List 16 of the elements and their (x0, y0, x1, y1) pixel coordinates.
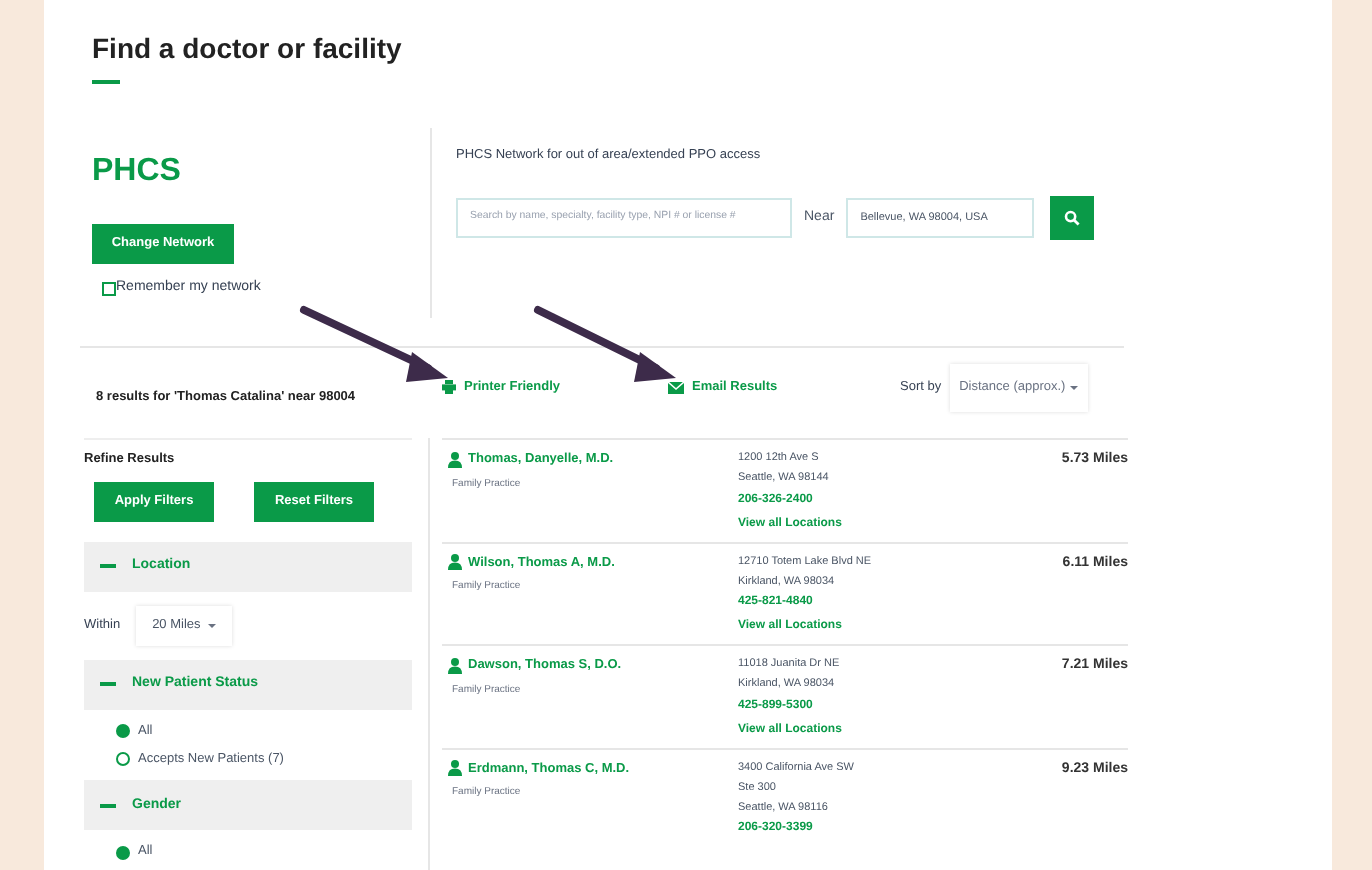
search-button[interactable] (1050, 195, 1095, 240)
caret-icon (1069, 385, 1078, 389)
minus-icon (100, 803, 116, 808)
network-name: PHCS (92, 156, 183, 188)
arrow-annotation (534, 306, 676, 382)
search-icon (1064, 209, 1081, 226)
person-icon (448, 760, 462, 777)
person-icon (448, 554, 462, 571)
caret-icon (208, 623, 217, 628)
minus-icon (100, 682, 116, 687)
person-icon (448, 657, 462, 674)
title-underline (92, 80, 120, 84)
printer-icon (442, 380, 456, 394)
person-icon (448, 451, 462, 468)
page-title: Find a doctor or facility (92, 30, 404, 68)
minus-icon (100, 564, 116, 569)
